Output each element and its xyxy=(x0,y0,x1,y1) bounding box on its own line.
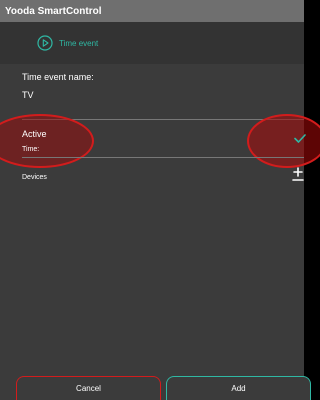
active-row-divider xyxy=(22,157,304,158)
highlight-marker-right xyxy=(247,114,320,168)
highlight-marker-left xyxy=(0,114,94,168)
devices-label: Devices xyxy=(22,174,47,181)
active-row[interactable]: Active Time: xyxy=(0,114,320,168)
event-name-input[interactable]: TV xyxy=(22,90,34,100)
add-device-icon[interactable] xyxy=(292,167,304,183)
app-title: Yooda SmartControl xyxy=(5,5,102,17)
event-form: Time event name: TV Active Time: Devices xyxy=(0,64,320,400)
event-type-label: Time event xyxy=(59,38,99,48)
play-circle-icon[interactable] xyxy=(37,35,53,51)
active-check-icon[interactable] xyxy=(294,132,306,144)
event-name-label: Time event name: xyxy=(22,72,94,82)
cancel-button[interactable]: Cancel xyxy=(16,376,161,400)
active-label: Active xyxy=(22,129,47,139)
add-button[interactable]: Add xyxy=(166,376,311,400)
title-bar: Yooda SmartControl xyxy=(0,0,304,22)
event-header: Time event xyxy=(0,22,304,64)
time-label[interactable]: Time: xyxy=(22,146,39,153)
